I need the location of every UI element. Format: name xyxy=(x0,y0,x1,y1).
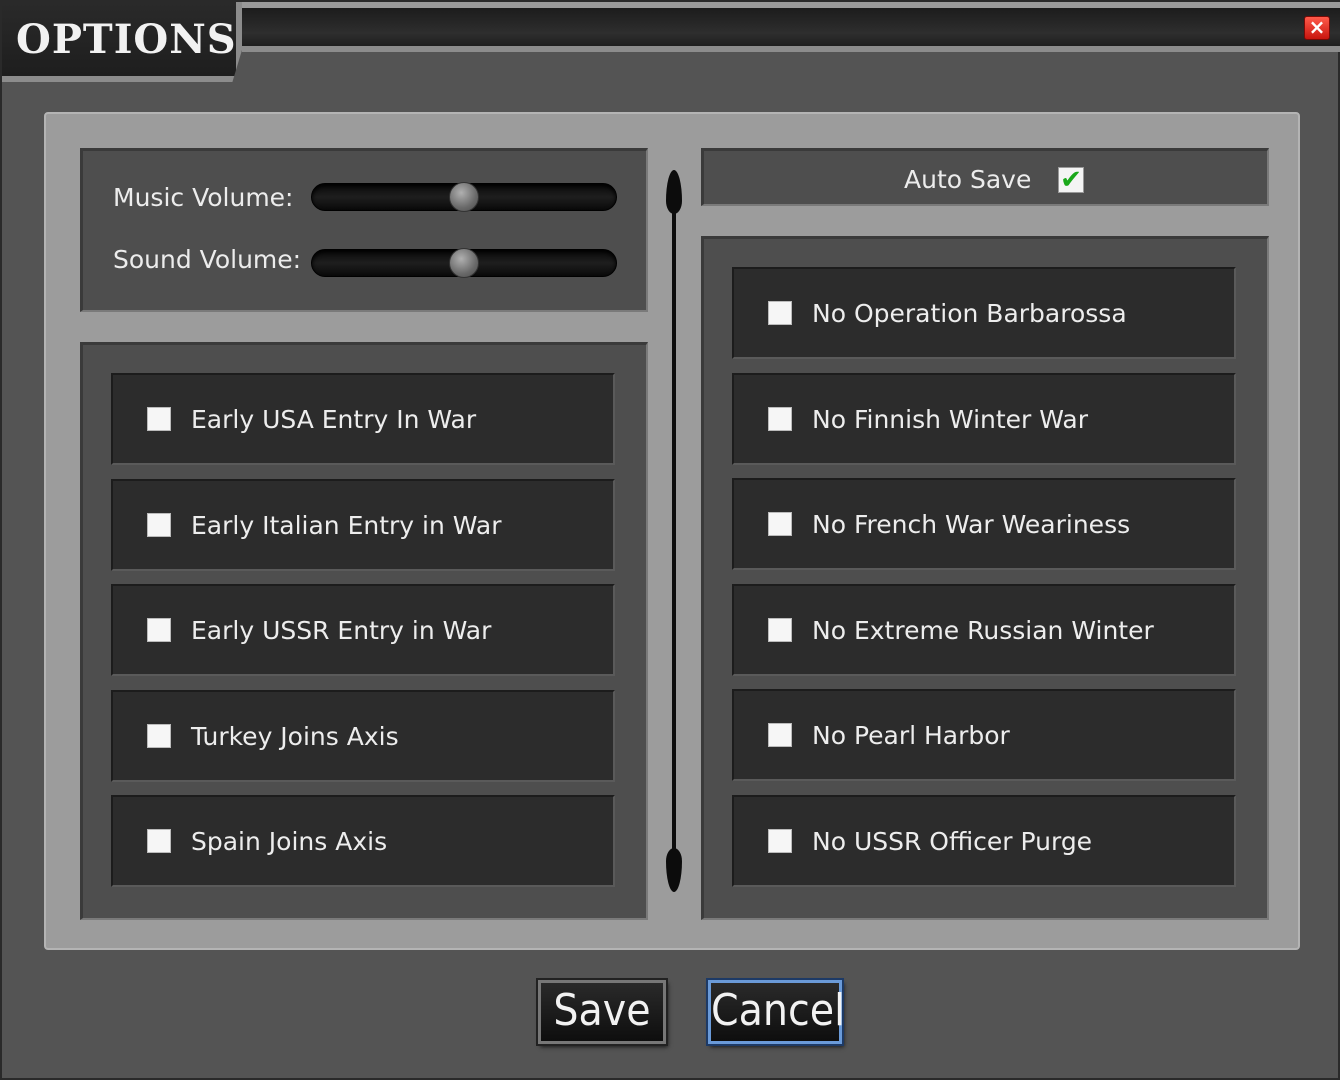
panel-divider xyxy=(672,176,676,886)
window-title: OPTIONS xyxy=(16,16,237,63)
sound-volume-label: Sound Volume: xyxy=(113,245,302,274)
option-label: No USSR Officer Purge xyxy=(812,826,1093,856)
close-icon[interactable]: × xyxy=(1304,16,1330,40)
option-label: No Extreme Russian Winter xyxy=(812,615,1154,645)
option-row[interactable]: No Finnish Winter War xyxy=(732,372,1236,465)
option-row[interactable]: No Pearl Harbor xyxy=(732,689,1236,781)
autosave-box: Auto Save ✔ xyxy=(701,148,1269,206)
option-label: No French War Weariness xyxy=(812,510,1131,539)
option-row[interactable]: Early USSR Entry in War xyxy=(111,584,615,676)
checkmark-icon: ✔ xyxy=(1060,165,1082,195)
option-checkbox[interactable] xyxy=(147,618,171,642)
option-row[interactable]: Turkey Joins Axis xyxy=(111,689,615,782)
option-row[interactable]: No French War Weariness xyxy=(732,478,1236,570)
option-label: Early USA Entry In War xyxy=(191,405,477,434)
option-checkbox[interactable] xyxy=(768,406,792,431)
music-volume-slider[interactable] xyxy=(311,182,617,212)
volume-box: Music Volume: Sound Volume: xyxy=(80,148,648,312)
options-window: OPTIONS × Music Volume: Sound Volume: Ea… xyxy=(0,0,1340,1080)
option-label: Early USSR Entry in War xyxy=(191,616,492,645)
music-volume-label: Music Volume: xyxy=(113,183,294,212)
divider-bottom-cap xyxy=(666,848,682,892)
option-row[interactable]: No Extreme Russian Winter xyxy=(732,583,1236,676)
sound-volume-knob[interactable] xyxy=(449,248,479,278)
option-label: Early Italian Entry in War xyxy=(191,510,502,540)
option-row[interactable]: Early Italian Entry in War xyxy=(111,478,615,571)
option-row[interactable]: Spain Joins Axis xyxy=(111,795,615,887)
music-volume-knob[interactable] xyxy=(449,182,479,212)
option-checkbox[interactable] xyxy=(147,407,171,431)
cancel-button[interactable]: Cancel xyxy=(708,980,845,1044)
autosave-label: Auto Save xyxy=(904,165,1032,194)
option-label: Turkey Joins Axis xyxy=(191,721,399,751)
option-checkbox[interactable] xyxy=(768,828,792,853)
option-label: No Finnish Winter War xyxy=(812,404,1088,434)
option-checkbox[interactable] xyxy=(768,301,792,325)
option-checkbox[interactable] xyxy=(147,723,171,748)
option-checkbox[interactable] xyxy=(768,723,792,747)
option-label: Spain Joins Axis xyxy=(191,827,388,856)
save-button[interactable]: Save xyxy=(538,980,666,1044)
option-checkbox[interactable] xyxy=(768,617,792,642)
option-checkbox[interactable] xyxy=(147,829,171,853)
option-label: No Pearl Harbor xyxy=(812,721,1010,750)
option-row[interactable]: No USSR Officer Purge xyxy=(732,794,1236,887)
autosave-checkbox[interactable]: ✔ xyxy=(1058,167,1084,193)
option-checkbox[interactable] xyxy=(768,512,792,536)
left-options-box: Early USA Entry In War Early Italian Entr… xyxy=(80,342,648,920)
option-row[interactable]: No Operation Barbarossa xyxy=(732,267,1236,359)
option-label: No Operation Barbarossa xyxy=(812,299,1127,328)
right-options-box: No Operation Barbarossa No Finnish Winter… xyxy=(701,236,1269,920)
options-panel: Music Volume: Sound Volume: Early USA En… xyxy=(44,112,1300,950)
option-row[interactable]: Early USA Entry In War xyxy=(111,373,615,465)
sound-volume-slider[interactable] xyxy=(311,248,617,278)
option-checkbox[interactable] xyxy=(147,512,171,537)
title-divider xyxy=(242,46,1340,52)
title-tab: OPTIONS xyxy=(2,2,242,82)
